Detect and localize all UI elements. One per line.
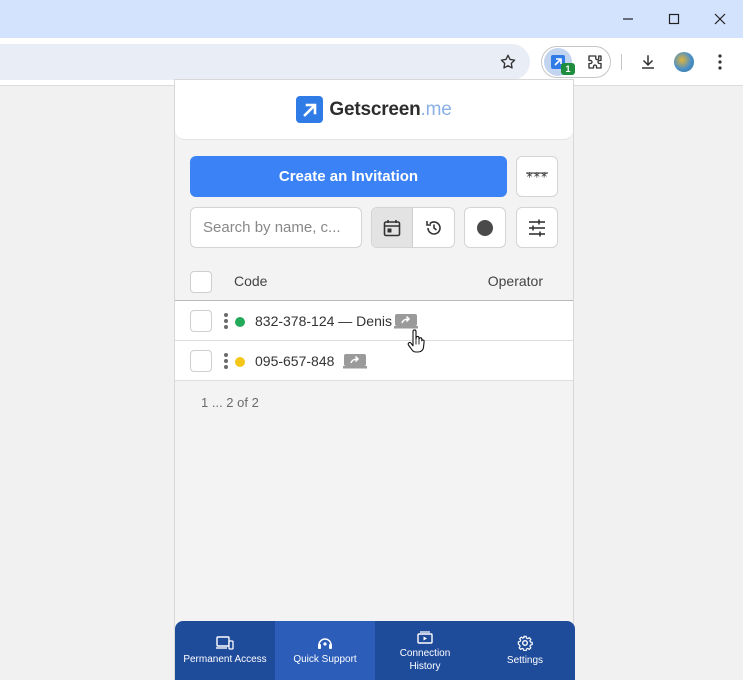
extension-badge: 1 bbox=[561, 63, 575, 75]
nav-label: Connection History bbox=[399, 647, 451, 672]
row-menu-icon[interactable] bbox=[223, 313, 229, 329]
row-menu-icon[interactable] bbox=[223, 353, 229, 369]
history-view-button[interactable] bbox=[413, 208, 454, 247]
filter-button[interactable] bbox=[516, 207, 558, 248]
downloads-button[interactable] bbox=[632, 46, 664, 78]
record-icon bbox=[477, 219, 493, 236]
nav-label: Permanent Access bbox=[183, 654, 267, 665]
status-online-dot bbox=[235, 317, 245, 327]
download-icon bbox=[642, 55, 654, 69]
minimize-button[interactable] bbox=[605, 0, 651, 38]
maximize-button[interactable] bbox=[651, 0, 697, 38]
view-toggle bbox=[371, 207, 455, 248]
maximize-icon bbox=[668, 13, 680, 25]
hand-cursor-icon bbox=[407, 329, 425, 353]
profile-avatar[interactable] bbox=[674, 52, 694, 72]
row-checkbox[interactable] bbox=[190, 310, 212, 332]
getscreen-extension-button[interactable]: 1 bbox=[544, 48, 575, 76]
browser-menu-button[interactable] bbox=[704, 46, 736, 78]
table-row[interactable]: 095-657-848 bbox=[175, 341, 573, 381]
column-header-code: Code bbox=[234, 273, 268, 289]
column-header-operator: Operator bbox=[487, 273, 543, 289]
search-input[interactable] bbox=[190, 207, 362, 248]
address-bar[interactable] bbox=[0, 44, 530, 80]
nav-permanent-access[interactable]: Permanent Access bbox=[175, 621, 275, 680]
gear-icon bbox=[517, 635, 533, 651]
password-button[interactable]: *** bbox=[516, 156, 558, 197]
kebab-menu-icon bbox=[718, 54, 722, 70]
extensions-group: 1 bbox=[541, 46, 611, 78]
devices-icon bbox=[216, 636, 234, 650]
support-icon bbox=[318, 638, 332, 649]
pagination-info: 1 ... 2 of 2 bbox=[201, 395, 259, 410]
nav-quick-support[interactable]: Quick Support bbox=[275, 621, 375, 680]
history-icon bbox=[417, 630, 433, 644]
password-icon: *** bbox=[526, 172, 548, 182]
status-waiting-dot bbox=[235, 357, 245, 367]
bottom-navigation: Permanent Access Quick Support Connectio… bbox=[175, 621, 575, 680]
minimize-icon bbox=[623, 18, 633, 20]
close-window-button[interactable] bbox=[697, 0, 743, 38]
star-icon bbox=[500, 54, 516, 69]
row-code: 832-378-124 — Denis bbox=[255, 313, 392, 329]
nav-label: Settings bbox=[506, 655, 544, 666]
sliders-icon bbox=[529, 219, 545, 236]
logo-suffix: .me bbox=[420, 98, 452, 120]
history-icon bbox=[425, 220, 441, 235]
getscreen-popup: Getscreen.me Create an Invitation *** Co… bbox=[174, 79, 575, 680]
popup-header: Getscreen.me bbox=[175, 80, 573, 140]
extensions-button[interactable] bbox=[579, 46, 611, 78]
create-invitation-button[interactable]: Create an Invitation bbox=[190, 156, 507, 197]
browser-titlebar bbox=[0, 0, 743, 40]
screen-share-icon[interactable] bbox=[394, 313, 418, 329]
table-header: Code Operator bbox=[175, 265, 573, 301]
screen-share-icon[interactable] bbox=[343, 353, 367, 369]
toolbar-divider bbox=[621, 54, 622, 70]
select-all-checkbox[interactable] bbox=[190, 271, 212, 293]
record-button[interactable] bbox=[464, 207, 506, 248]
nav-label: Quick Support bbox=[293, 654, 357, 665]
nav-settings[interactable]: Settings bbox=[475, 621, 575, 680]
close-icon bbox=[714, 13, 726, 25]
scheduled-view-button[interactable] bbox=[372, 208, 414, 247]
row-checkbox[interactable] bbox=[190, 350, 212, 372]
getscreen-logo: Getscreen.me bbox=[296, 96, 452, 123]
row-code: 095-657-848 bbox=[255, 353, 335, 369]
logo-arrow-icon bbox=[296, 96, 324, 123]
puzzle-icon bbox=[588, 55, 602, 69]
calendar-icon bbox=[383, 219, 401, 236]
logo-name: Getscreen bbox=[329, 98, 421, 120]
nav-connection-history[interactable]: Connection History bbox=[375, 621, 475, 680]
table-row[interactable]: 832-378-124 — Denis bbox=[175, 301, 573, 341]
bookmark-star-button[interactable] bbox=[492, 46, 524, 78]
